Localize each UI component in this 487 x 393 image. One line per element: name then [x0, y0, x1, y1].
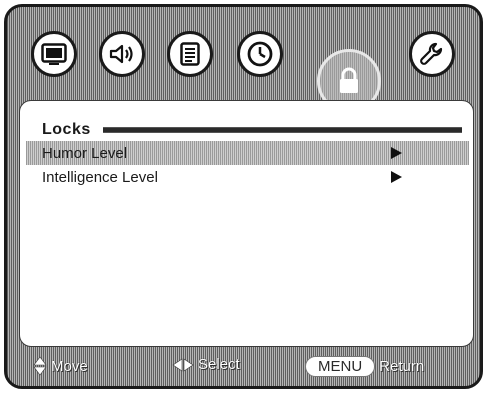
navigation-hint-bar: Move Select MENU Return [7, 346, 480, 386]
up-down-arrow-icon [33, 356, 47, 376]
menu-item-humor-level[interactable]: Humor Level [26, 141, 469, 165]
menu-item-label: Humor Level [42, 144, 128, 162]
select-label: Select [198, 356, 240, 373]
menu-key-badge: MENU [305, 356, 376, 377]
return-hint: MENU Return [305, 356, 424, 377]
wrench-icon[interactable] [409, 31, 455, 77]
submenu-arrow-icon [391, 147, 402, 159]
section-title: Locks [42, 121, 91, 138]
menu-list: Humor Level Intelligence Level [26, 141, 469, 189]
menu-item-intelligence-level[interactable]: Intelligence Level [26, 165, 469, 189]
picture-icon[interactable] [31, 31, 77, 77]
move-label: Move [51, 357, 88, 375]
clock-icon[interactable] [237, 31, 283, 77]
move-hint: Move [33, 356, 88, 376]
menu-item-label: Intelligence Level [42, 168, 158, 186]
setup-icon[interactable] [167, 31, 213, 77]
category-icon-bar [7, 7, 480, 113]
submenu-arrow-icon [391, 171, 402, 183]
tv-menu-frame: Locks Humor Level Intelligence Level Mov… [4, 4, 483, 389]
left-right-arrow-icon [172, 357, 194, 372]
section-header: Locks [42, 121, 462, 139]
section-divider [102, 127, 462, 133]
return-label: Return [379, 358, 425, 375]
sound-icon[interactable] [99, 31, 145, 77]
locks-menu-panel: Locks Humor Level Intelligence Level [19, 100, 474, 347]
select-hint: Select [172, 356, 240, 373]
